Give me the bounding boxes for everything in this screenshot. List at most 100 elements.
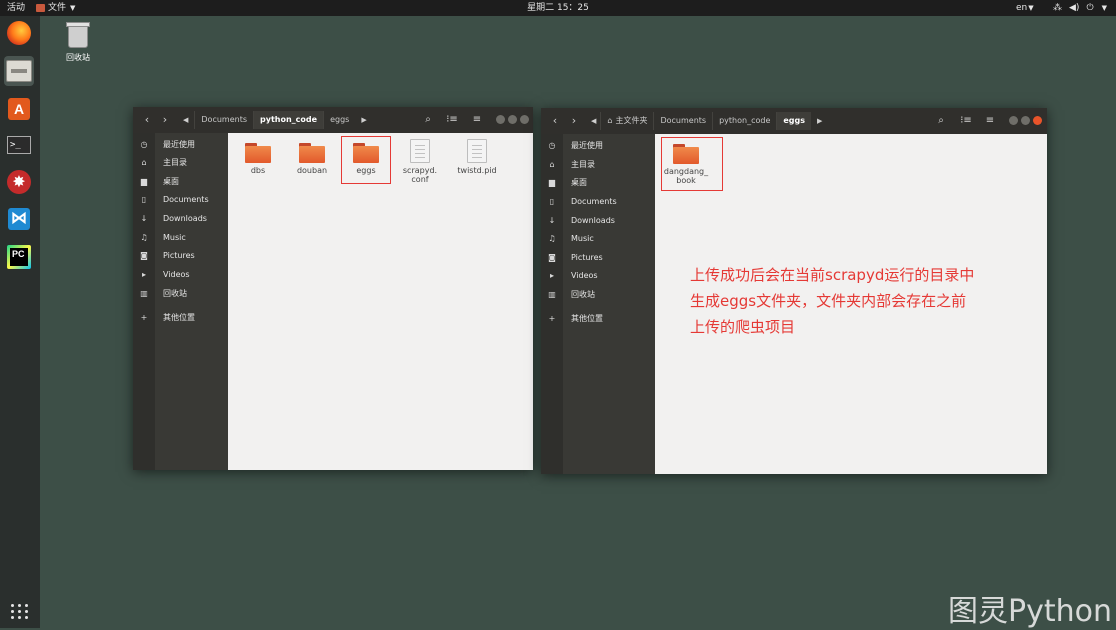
minimize-button[interactable] (1009, 116, 1018, 125)
language-indicator[interactable]: en▼ (1016, 2, 1034, 14)
sidebar-item-music[interactable]: ♫ Music (133, 230, 228, 246)
breadcrumb-eggs[interactable]: eggs (323, 111, 355, 129)
desktop-trash[interactable]: 回收站 (60, 22, 96, 63)
dock-vscode[interactable]: ⋈ (4, 204, 34, 234)
file-manager-window-left: ‹ › ◀ Documents python_code eggs ▶ ⌕ ⁝≡ … (133, 107, 533, 470)
folder-icon (245, 143, 271, 163)
menu-icon[interactable]: ≡ (470, 113, 484, 127)
trash-icon (66, 22, 90, 48)
pycharm-icon: PC (7, 245, 31, 269)
menu-icon[interactable]: ≡ (983, 114, 997, 128)
breadcrumb-left-arrow[interactable]: ◀ (587, 117, 600, 125)
sidebar-item-documents[interactable]: ▯ Documents (133, 192, 228, 208)
sidebar-item-recent[interactable]: ◷ 最近使用 (133, 137, 228, 153)
sidebar-item-recent[interactable]: ◷ 最近使用 (541, 138, 655, 154)
sidebar-item-documents[interactable]: ▯ Documents (541, 194, 655, 210)
music-icon: ♫ (548, 234, 556, 243)
sidebar-item-label: 其他位置 (571, 314, 603, 323)
minimize-button[interactable] (496, 115, 505, 124)
file-item-douban[interactable]: douban (291, 143, 333, 175)
search-icon[interactable]: ⌕ (934, 114, 948, 128)
file-item-dbs[interactable]: dbs (237, 143, 279, 175)
back-button[interactable]: ‹ (548, 114, 562, 128)
annotation-line: 上传的爬虫项目 (690, 318, 796, 336)
dock-pycharm[interactable]: PC (4, 242, 34, 272)
firefox-icon (7, 21, 31, 45)
dock-files[interactable] (4, 56, 34, 86)
sidebar-item-downloads[interactable]: ↓ Downloads (133, 211, 228, 227)
software-center-icon: A (8, 98, 30, 120)
file-view: dbs douban eggs scrapyd. conf twistd.pid (228, 133, 533, 470)
sidebar-item-label: Pictures (163, 251, 195, 260)
sidebar-item-pictures[interactable]: ◙ Pictures (133, 248, 228, 264)
document-icon: ▯ (141, 195, 147, 204)
activities-button[interactable]: 活动 (7, 2, 25, 14)
breadcrumb-left-arrow[interactable]: ◀ (177, 116, 194, 124)
app-menu[interactable]: 文件 ▼ (36, 2, 75, 14)
forward-button[interactable]: › (158, 113, 172, 127)
sidebar-item-videos[interactable]: ▸ Videos (541, 268, 655, 284)
sidebar-item-downloads[interactable]: ↓ Downloads (541, 213, 655, 229)
power-icon: ⏻ (1086, 3, 1094, 13)
music-icon: ♫ (140, 233, 148, 242)
highlight-box (341, 136, 391, 184)
breadcrumb-eggs[interactable]: eggs (776, 112, 812, 130)
breadcrumb-right-arrow[interactable]: ▶ (811, 117, 828, 125)
volume-icon: ◀) (1069, 3, 1080, 13)
sidebar-item-other-locations[interactable]: + 其他位置 (541, 311, 655, 327)
files-icon (6, 60, 32, 82)
text-file-icon (410, 139, 430, 163)
sidebar-item-pictures[interactable]: ◙ Pictures (541, 250, 655, 266)
breadcrumb-right-arrow[interactable]: ▶ (355, 116, 372, 124)
dock-terminal[interactable]: >_ (4, 130, 34, 160)
maximize-button[interactable] (508, 115, 517, 124)
close-button[interactable] (520, 115, 529, 124)
sidebar-item-desktop[interactable]: ▆ 桌面 (541, 175, 655, 191)
sidebar-item-videos[interactable]: ▸ Videos (133, 267, 228, 283)
sidebar-item-label: Documents (163, 195, 209, 204)
sidebar-item-trash[interactable]: ▥ 回收站 (541, 287, 655, 303)
breadcrumb-documents[interactable]: Documents (653, 112, 712, 130)
sidebar-item-label: Music (163, 233, 186, 242)
chevron-down-icon: ▼ (1101, 4, 1107, 12)
file-item-twistd-pid[interactable]: twistd.pid (453, 139, 501, 175)
show-applications-button[interactable] (5, 596, 35, 626)
file-item-scrapyd-conf[interactable]: scrapyd. conf (399, 139, 441, 184)
back-button[interactable]: ‹ (140, 113, 154, 127)
network-icon: ⁂ (1053, 3, 1062, 13)
text-file-icon (467, 139, 487, 163)
sidebar-item-label: Documents (571, 197, 617, 206)
view-options-icon[interactable]: ⁝≡ (959, 114, 973, 128)
download-icon: ↓ (140, 214, 148, 223)
sidebar-item-desktop[interactable]: ▆ 桌面 (133, 174, 228, 190)
folder-icon: ▆ (140, 177, 148, 186)
breadcrumb-documents[interactable]: Documents (194, 111, 253, 129)
dock-software[interactable]: A (4, 94, 34, 124)
clock[interactable]: 星期二 15：25 (527, 2, 589, 14)
sidebar-item-home[interactable]: ⌂ 主目录 (133, 155, 228, 171)
home-icon: ⌂ (607, 116, 613, 125)
file-label: scrapyd. conf (402, 166, 438, 184)
sidebar-item-home[interactable]: ⌂ 主目录 (541, 157, 655, 173)
annotation-line: 生成eggs文件夹，文件夹内部会存在之前 (690, 292, 967, 310)
breadcrumb-python-code[interactable]: python_code (712, 112, 776, 130)
dock-firefox[interactable] (4, 18, 34, 48)
dock-redis-manager[interactable]: ✸ (4, 167, 34, 197)
view-options-icon[interactable]: ⁝≡ (445, 113, 459, 127)
folder-icon: ▆ (548, 178, 556, 187)
maximize-button[interactable] (1021, 116, 1030, 125)
dock: A >_ ✸ ⋈ PC (0, 16, 40, 628)
sidebar-item-other-locations[interactable]: + 其他位置 (133, 310, 228, 326)
system-menu[interactable]: ⁂ ◀) ⏻ ▼ (1053, 2, 1107, 14)
breadcrumb-home[interactable]: ⌂ 主文件夹 (600, 112, 653, 130)
clock-icon: ◷ (140, 140, 148, 149)
close-button[interactable] (1033, 116, 1042, 125)
breadcrumb-home-label: 主文件夹 (615, 116, 648, 125)
breadcrumb-python-code[interactable]: python_code (253, 111, 324, 129)
sidebar-item-music[interactable]: ♫ Music (541, 231, 655, 247)
forward-button[interactable]: › (567, 114, 581, 128)
sidebar-item-trash[interactable]: ▥ 回收站 (133, 286, 228, 302)
desktop-trash-label: 回收站 (66, 53, 90, 62)
search-icon[interactable]: ⌕ (421, 113, 435, 127)
terminal-icon: >_ (7, 136, 31, 154)
